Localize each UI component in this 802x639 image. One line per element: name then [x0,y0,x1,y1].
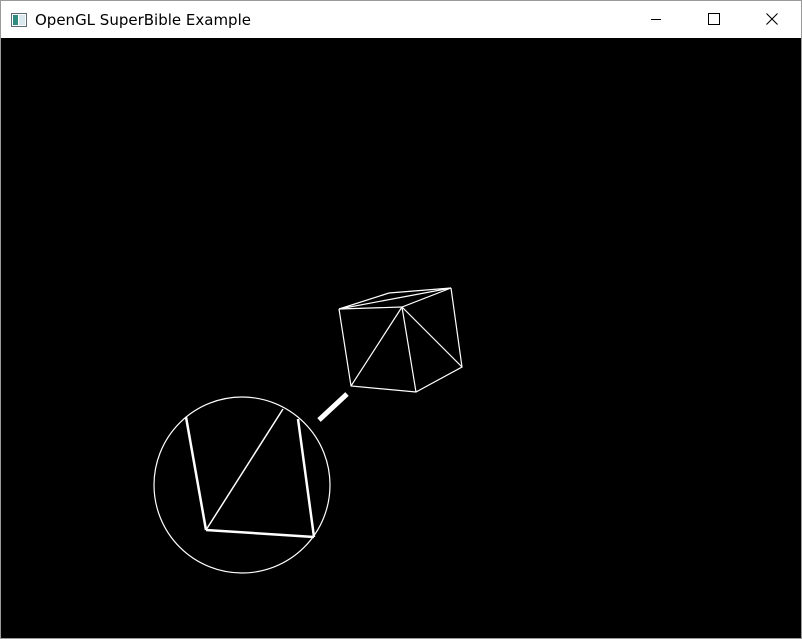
cube-top-diagonal [338,287,452,310]
window-title: OpenGL SuperBible Example [35,11,251,29]
app-window: OpenGL SuperBible Example [0,0,802,639]
minimize-button[interactable] [627,1,685,38]
cube-front-edge [401,306,417,393]
cube-left-diagonal [350,306,403,387]
magnifier-handle [317,392,349,422]
minimize-icon [650,10,662,29]
magnified-bottom-edge [205,528,315,539]
scene-svg [153,287,463,574]
opengl-canvas[interactable] [1,38,801,638]
wireframe-cube [338,287,463,393]
maximize-icon [708,10,720,29]
close-button[interactable] [743,1,801,38]
magnifier-lens [153,396,331,574]
opengl-app-icon [11,12,27,27]
magnified-left-edge [184,416,208,531]
maximize-button[interactable] [685,1,743,38]
title-bar[interactable]: OpenGL SuperBible Example [1,1,801,38]
magnified-right-edge [296,418,316,538]
magnified-diagonal [205,408,284,531]
close-icon [766,10,778,29]
magnified-cube-edges [184,408,316,539]
lens-ring [153,396,331,574]
